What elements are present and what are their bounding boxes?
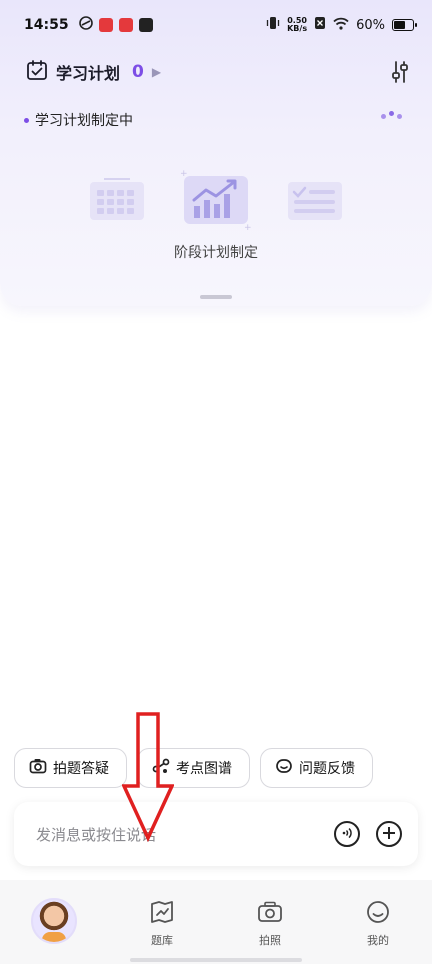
profile-icon [365,900,391,928]
nav-item-camera[interactable]: 拍照 [216,880,324,964]
vibrate-icon [266,16,280,34]
feedback-icon [275,758,293,778]
battery-percent: 60% [356,17,385,33]
trend-chart-icon: + + [180,169,252,232]
nav-item-profile[interactable]: 我的 [324,880,432,964]
stage-icons: + + [0,168,432,232]
home-indicator[interactable] [130,958,302,962]
network-speed: 0.50 KB/s [287,17,307,33]
app-notification-icon [78,16,93,34]
study-plan-count: 0 [132,62,144,82]
chip-label: 拍题答疑 [53,761,109,777]
camera-icon [257,900,283,928]
stage-label: 阶段计划制定 [174,245,258,261]
feedback-chip[interactable]: 问题反馈 [260,748,373,788]
nav-item-assistant[interactable] [0,880,108,964]
wifi-icon [333,17,349,34]
voice-wave-icon [340,825,354,844]
add-button[interactable] [376,821,402,847]
chip-label: 考点图谱 [176,761,232,777]
avatar [31,898,77,944]
calendar-icon [26,59,48,85]
battery-icon [392,19,417,31]
svg-text:+: + [244,223,252,232]
app-notification-icon [118,18,133,32]
calendar-grid-icon [90,178,144,220]
status-dot [24,117,29,123]
message-input[interactable]: 发消息或按住说话 [36,824,318,845]
status-time: 14:55 [24,17,69,33]
plus-icon [382,825,396,844]
bottom-nav: 题库 拍照 我的 [0,880,432,964]
play-store-icon [138,18,153,32]
no-sim-icon [314,16,326,34]
nav-item-question-bank[interactable]: 题库 [108,880,216,964]
quick-actions: 拍题答疑 考点图谱 问题反馈 [14,748,373,788]
nav-label: 我的 [367,934,389,947]
checklist-icon [288,182,342,220]
chevron-right-icon: ▶ [151,65,162,79]
nav-label: 题库 [151,934,173,947]
nav-label: 拍照 [259,934,281,947]
study-plan-title: 学习计划 [56,64,121,83]
network-speed-unit: KB/s [287,24,308,33]
app-notification-icon [98,18,113,32]
question-bank-icon [149,900,175,928]
plan-status-text: 学习计划制定中 [35,113,133,129]
sliders-icon[interactable] [390,60,410,88]
status-bar: 14:55 0.50 KB/s 60% [0,0,432,50]
camera-icon [29,758,47,778]
message-input-bar: 发消息或按住说话 [14,802,418,866]
photo-question-chip[interactable]: 拍题答疑 [14,748,127,788]
study-plan-header[interactable]: 学习计划 0 ▶ [26,58,161,86]
chip-label: 问题反馈 [299,761,355,777]
loading-indicator [381,111,402,119]
voice-button[interactable] [334,821,360,847]
drag-handle[interactable] [200,295,232,299]
red-arrow-annotation [122,712,174,842]
plan-status: 学习计划制定中 [24,110,133,130]
